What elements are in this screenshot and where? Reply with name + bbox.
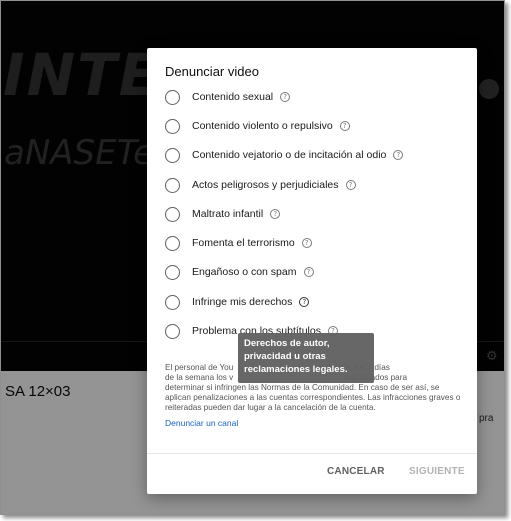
dialog-divider [147,453,477,454]
help-icon[interactable]: ? [303,267,314,277]
option-enganoso-spam[interactable]: Engañoso o con spam ? [165,261,314,283]
info-rest: determinar si infringen las Normas de la… [165,383,461,412]
report-dialog: Denunciar video Contenido sexual ? Conte… [147,48,477,494]
radio-button[interactable] [165,323,180,339]
radio-button[interactable] [165,264,180,280]
help-icon[interactable]: ? [299,297,310,307]
option-label: Infringe mis derechos [192,296,293,308]
radio-button[interactable] [165,118,180,134]
radio-button[interactable] [165,294,180,310]
option-infringe-derechos[interactable]: Infringe mis derechos ? [165,291,310,313]
browser-frame: INTER aNASETes ⚙ SA 12×03 pra Denunciar … [0,0,505,515]
option-label: Contenido violento o repulsivo [192,120,333,132]
option-contenido-violento[interactable]: Contenido violento o repulsivo ? [165,115,350,137]
help-icon[interactable]: ? [301,238,312,248]
cancel-button[interactable]: CANCELAR [327,466,385,477]
option-label: Actos peligrosos y perjudiciales [192,179,339,191]
option-label: Fomenta el terrorismo [192,237,295,249]
help-icon[interactable]: ? [339,121,350,131]
option-label: Contenido sexual [192,91,274,103]
radio-button[interactable] [165,177,180,193]
radio-button[interactable] [165,206,180,222]
help-icon[interactable]: ? [345,180,356,190]
radio-button[interactable] [165,147,180,163]
info-line2-start: de la semana los v [165,373,234,382]
dialog-title: Denunciar video [165,64,259,79]
option-terrorismo[interactable]: Fomenta el terrorismo ? [165,232,312,254]
help-icon[interactable]: ? [393,150,404,160]
option-contenido-sexual[interactable]: Contenido sexual ? [165,86,291,108]
help-icon[interactable]: ? [280,92,291,102]
report-channel-link[interactable]: Denunciar un canal [165,418,238,428]
info-line1-start: El personal de You [165,363,234,372]
option-maltrato-infantil[interactable]: Maltrato infantil ? [165,203,281,225]
option-contenido-vejatorio[interactable]: Contenido vejatorio o de incitación al o… [165,144,404,166]
option-label: Maltrato infantil [192,208,264,220]
option-label: Contenido vejatorio o de incitación al o… [192,149,387,161]
help-icon[interactable]: ? [270,209,281,219]
option-label: Engañoso o con spam [192,266,297,278]
option-actos-peligrosos[interactable]: Actos peligrosos y perjudiciales ? [165,174,356,196]
next-button[interactable]: SIGUIENTE [409,466,465,477]
radio-button[interactable] [165,235,180,251]
radio-button[interactable] [165,89,180,105]
tooltip: Derechos de autor, privacidad u otras re… [238,333,374,383]
